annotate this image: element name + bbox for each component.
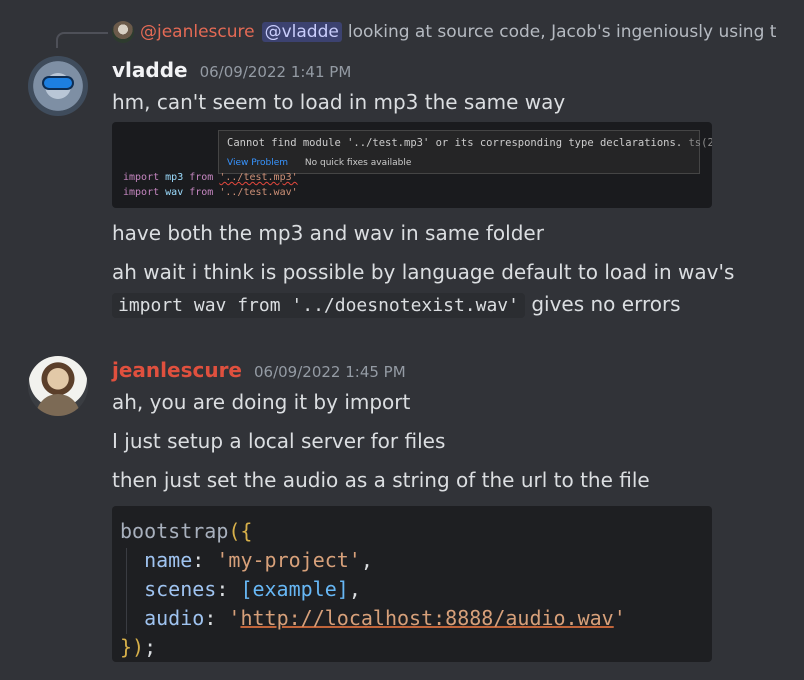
code-keyword: import <box>123 187 160 198</box>
tooltip-actions: View Problem No quick fixes available <box>227 158 411 168</box>
code-trail: , <box>348 577 361 601</box>
code-prop-key: name <box>144 548 193 572</box>
message-text: ah, you are doing it by import <box>112 390 411 414</box>
message-text-with-code: import wav from '../doesnotexist.wav' gi… <box>112 292 681 318</box>
error-tooltip: Cannot find module '../test.mp3' or its … <box>218 130 712 174</box>
reply-author[interactable]: @jeanlescure <box>140 22 255 42</box>
code-trail: , <box>360 548 373 572</box>
reply-spine <box>56 32 108 48</box>
view-problem-link: View Problem <box>227 158 289 168</box>
timestamp[interactable]: 06/09/2022 1:41 PM <box>200 63 352 81</box>
reply-author-avatar[interactable] <box>112 21 134 43</box>
code-string: '../test.wav' <box>219 187 298 198</box>
code-prop-key: scenes <box>144 577 217 601</box>
code-keyword: from <box>189 187 214 198</box>
tooltip-error-text: Cannot find module '../test.mp3' or its … <box>227 137 683 149</box>
code-semicolon: ; <box>144 635 157 659</box>
code-keyword: from <box>189 172 214 183</box>
inline-code: import wav from '../doesnotexist.wav' <box>112 293 525 318</box>
reply-mention[interactable]: @vladde <box>261 22 342 42</box>
message-text: I just setup a local server for files <box>112 429 446 453</box>
message-header-jeanlescure: jeanlescure 06/09/2022 1:45 PM <box>112 358 406 382</box>
code-prop-key: audio <box>144 606 205 630</box>
code-keyword: import <box>123 172 160 183</box>
avatar-goggles <box>44 78 72 88</box>
code-quote: ' <box>613 606 626 630</box>
no-fixes-text: No quick fixes available <box>304 158 412 168</box>
username-jeanlescure[interactable]: jeanlescure <box>112 358 242 382</box>
code-prop-value: 'my-project' <box>216 548 361 572</box>
code-function: bootstrap <box>120 519 229 543</box>
message-text: have both the mp3 and wav in same folder <box>112 221 544 245</box>
avatar-suit <box>36 394 80 416</box>
tooltip-error-code: ts(2307) <box>688 137 712 149</box>
avatar-jeanlescure[interactable] <box>28 356 88 416</box>
message-text: ah wait i think is possible by language … <box>112 260 735 284</box>
code-block[interactable]: bootstrap({ name: 'my-project', scenes: … <box>112 506 712 662</box>
image-attachment[interactable]: Cannot find module '../test.mp3' or its … <box>112 122 712 208</box>
message-text: hm, can't seem to load in mp3 the same w… <box>112 90 566 114</box>
username-vladde[interactable]: vladde <box>112 58 188 82</box>
reply-preview[interactable]: @jeanlescure @vladde looking at source c… <box>112 18 804 46</box>
message-header-vladde: vladde 06/09/2022 1:41 PM <box>112 58 351 82</box>
attachment-code: import mp3 from '../test.mp3' import wav… <box>123 170 298 200</box>
code-prop-value: [example] <box>240 577 349 601</box>
code-quote: ' <box>228 606 241 630</box>
code-identifier: wav <box>165 187 184 198</box>
code-close-brace: } <box>120 635 133 659</box>
message-text: then just set the audio as a string of t… <box>112 468 650 492</box>
code-url: http://localhost:8888/audio.wav <box>240 606 614 630</box>
code-content: bootstrap({ name: 'my-project', scenes: … <box>120 519 626 659</box>
inline-suffix: gives no errors <box>531 292 681 316</box>
reply-preview-text: looking at source code, Jacob's ingeniou… <box>347 22 777 42</box>
code-open: ({ <box>228 519 253 543</box>
tooltip-message: Cannot find module '../test.mp3' or its … <box>227 137 712 149</box>
code-close-paren: ) <box>132 635 145 659</box>
code-identifier: mp3 <box>165 172 184 183</box>
timestamp[interactable]: 06/09/2022 1:45 PM <box>254 363 406 381</box>
code-string-error: '../test.mp3' <box>219 172 298 183</box>
avatar-vladde[interactable] <box>28 56 88 116</box>
